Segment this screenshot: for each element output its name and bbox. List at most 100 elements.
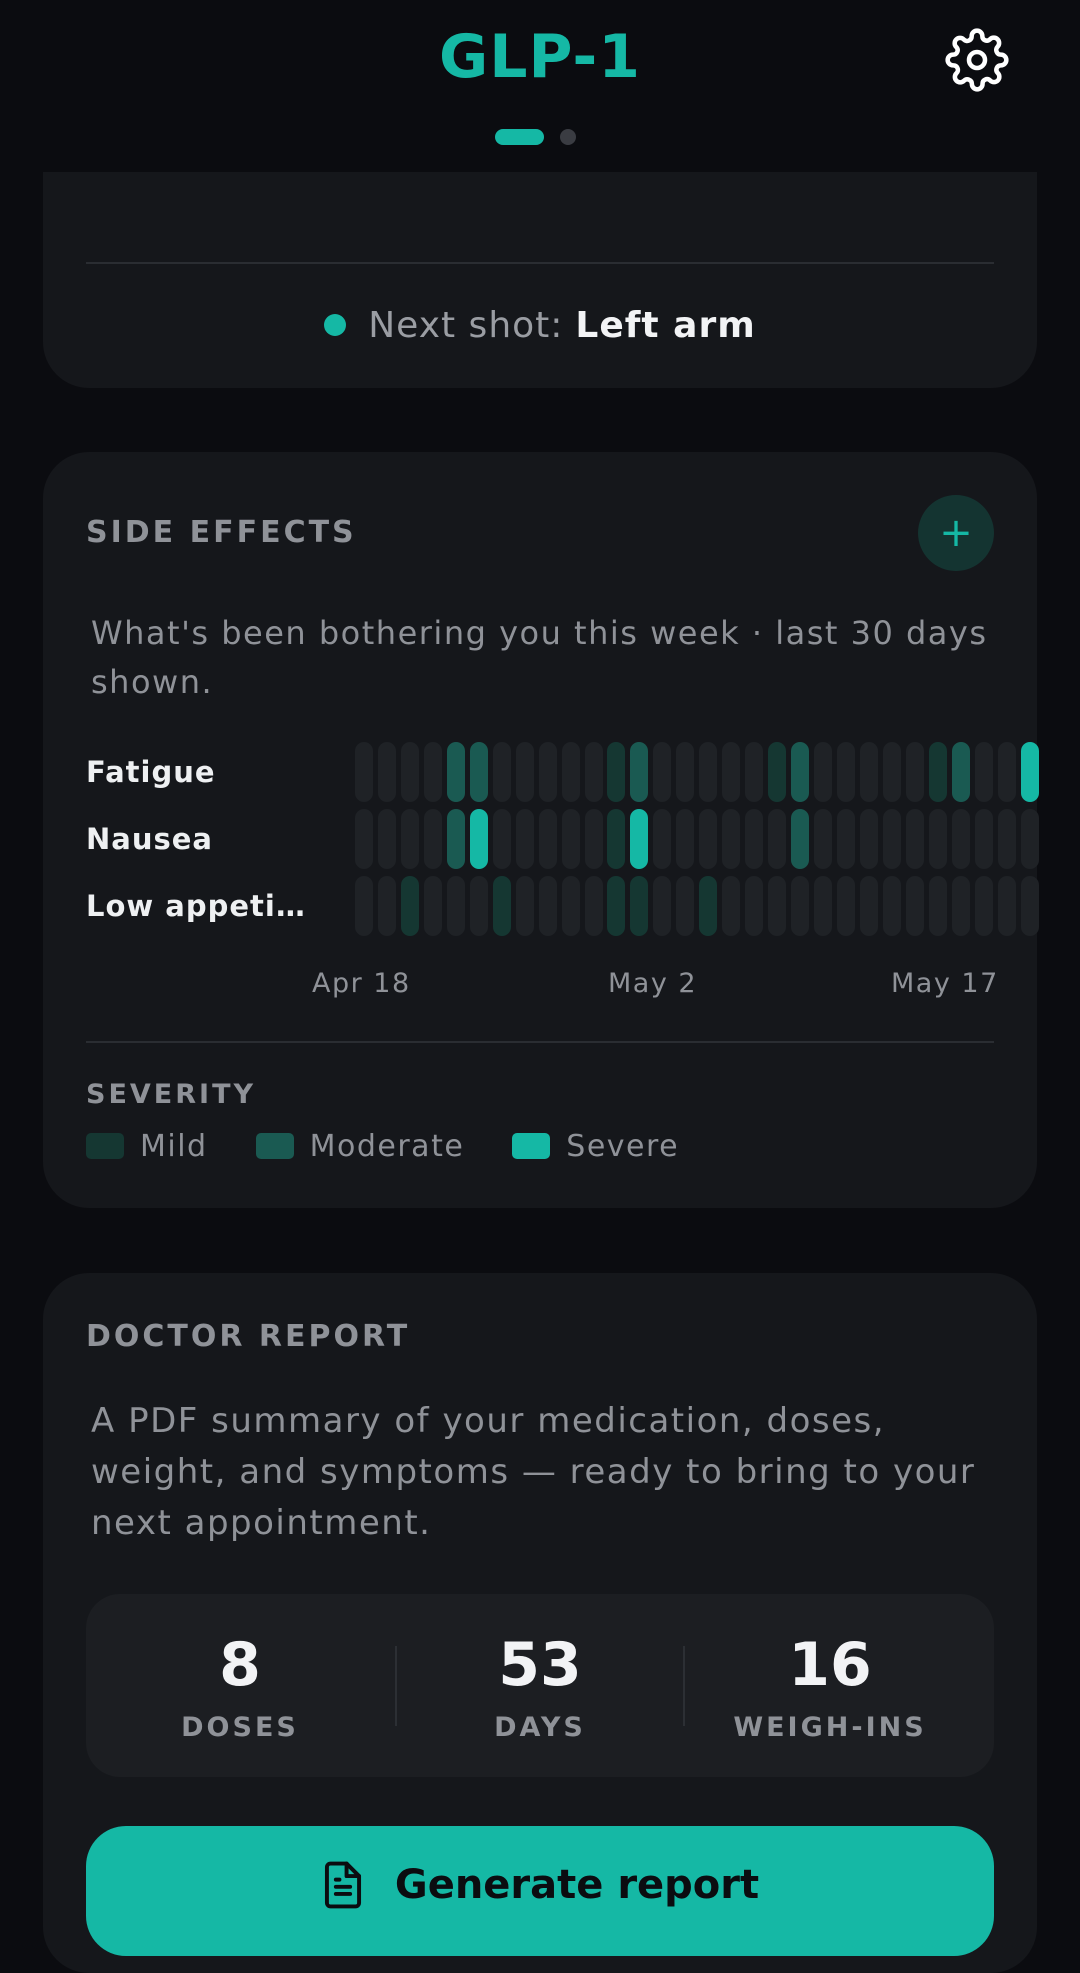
heatmap-cell[interactable]: [860, 876, 878, 936]
heatmap-cell[interactable]: [722, 876, 740, 936]
heatmap-cell[interactable]: [952, 742, 970, 802]
heatmap-cell[interactable]: [1021, 876, 1039, 936]
heatmap-cell[interactable]: [676, 876, 694, 936]
heatmap-cell[interactable]: [607, 876, 625, 936]
heatmap-cell[interactable]: [1021, 809, 1039, 869]
stat-value: 8: [219, 1630, 261, 1700]
heatmap-cell[interactable]: [791, 742, 809, 802]
heatmap-cell[interactable]: [929, 809, 947, 869]
heatmap-cell[interactable]: [699, 742, 717, 802]
heatmap-cell[interactable]: [952, 809, 970, 869]
heatmap-cell[interactable]: [653, 809, 671, 869]
page-dot-active[interactable]: [494, 129, 544, 145]
heatmap-cell[interactable]: [929, 876, 947, 936]
heatmap-cell[interactable]: [791, 876, 809, 936]
heatmap-cell[interactable]: [424, 742, 442, 802]
heatmap-cell[interactable]: [562, 809, 580, 869]
heatmap-cell[interactable]: [653, 876, 671, 936]
heatmap-cell[interactable]: [585, 809, 603, 869]
heatmap-cell[interactable]: [906, 742, 924, 802]
heatmap-cell[interactable]: [906, 876, 924, 936]
generate-report-button[interactable]: Generate report: [86, 1826, 994, 1956]
heatmap-cell[interactable]: [883, 809, 901, 869]
heatmap-cell[interactable]: [447, 809, 465, 869]
gear-icon: [945, 28, 1009, 92]
heatmap-cell[interactable]: [676, 742, 694, 802]
heatmap-cell[interactable]: [539, 876, 557, 936]
heatmap-cell[interactable]: [745, 742, 763, 802]
heatmap-cell[interactable]: [653, 742, 671, 802]
heatmap-cell[interactable]: [424, 809, 442, 869]
heatmap-cell[interactable]: [516, 876, 534, 936]
heatmap-cell[interactable]: [401, 876, 419, 936]
heatmap-cell[interactable]: [630, 809, 648, 869]
heatmap-cell[interactable]: [401, 809, 419, 869]
add-side-effect-button[interactable]: +: [918, 495, 994, 571]
heatmap-cell[interactable]: [699, 876, 717, 936]
heatmap-cell[interactable]: [378, 742, 396, 802]
heatmap-cell[interactable]: [906, 809, 924, 869]
heatmap-cell[interactable]: [952, 876, 970, 936]
heatmap-cell[interactable]: [814, 809, 832, 869]
heatmap-cell[interactable]: [768, 742, 786, 802]
heatmap-cell[interactable]: [929, 742, 947, 802]
heatmap-cell[interactable]: [562, 742, 580, 802]
heatmap-cell[interactable]: [630, 742, 648, 802]
heatmap-cell[interactable]: [975, 876, 993, 936]
heatmap-cell[interactable]: [378, 809, 396, 869]
heatmap-cell[interactable]: [722, 742, 740, 802]
heatmap-cell[interactable]: [447, 876, 465, 936]
heatmap-cell[interactable]: [1021, 742, 1039, 802]
heatmap-cell[interactable]: [860, 809, 878, 869]
heatmap-cell[interactable]: [355, 742, 373, 802]
heatmap-cell[interactable]: [516, 809, 534, 869]
heatmap-cell[interactable]: [883, 876, 901, 936]
heatmap-cell[interactable]: [768, 876, 786, 936]
heatmap-cell[interactable]: [470, 876, 488, 936]
heatmap-cell[interactable]: [883, 742, 901, 802]
settings-button[interactable]: [945, 28, 1009, 92]
heatmap-cell[interactable]: [837, 742, 855, 802]
heatmap-cell[interactable]: [493, 876, 511, 936]
legend-label: Severe: [566, 1128, 680, 1164]
heatmap-cell[interactable]: [998, 742, 1016, 802]
heatmap-cell[interactable]: [722, 809, 740, 869]
heatmap-cell[interactable]: [355, 876, 373, 936]
heatmap-cell[interactable]: [745, 809, 763, 869]
heatmap-cell[interactable]: [745, 876, 763, 936]
heatmap-cell[interactable]: [699, 809, 717, 869]
heatmap-cell[interactable]: [814, 742, 832, 802]
heatmap-cell[interactable]: [493, 809, 511, 869]
heatmap-cell[interactable]: [860, 742, 878, 802]
page-indicator[interactable]: [0, 129, 1080, 145]
heatmap-cell[interactable]: [837, 809, 855, 869]
heatmap-cell[interactable]: [814, 876, 832, 936]
heatmap-cell[interactable]: [470, 742, 488, 802]
heatmap-cell[interactable]: [837, 876, 855, 936]
heatmap-cell[interactable]: [975, 742, 993, 802]
heatmap-cell[interactable]: [424, 876, 442, 936]
heatmap-cell[interactable]: [401, 742, 419, 802]
heatmap-cell[interactable]: [447, 742, 465, 802]
heatmap-cell[interactable]: [607, 809, 625, 869]
heatmap-cell[interactable]: [630, 876, 648, 936]
heatmap-cell[interactable]: [585, 742, 603, 802]
heatmap-cell[interactable]: [378, 876, 396, 936]
heatmap-cell[interactable]: [539, 809, 557, 869]
heatmap-cell[interactable]: [493, 742, 511, 802]
heatmap-cell[interactable]: [539, 742, 557, 802]
heatmap-cell[interactable]: [676, 809, 694, 869]
page-dot[interactable]: [559, 129, 576, 145]
heatmap-cell[interactable]: [585, 876, 603, 936]
heatmap-cell[interactable]: [768, 809, 786, 869]
heatmap-cell[interactable]: [562, 876, 580, 936]
heatmap-cell[interactable]: [607, 742, 625, 802]
heatmap-cell[interactable]: [975, 809, 993, 869]
heatmap-row: Fatigue: [86, 742, 1039, 802]
heatmap-cell[interactable]: [470, 809, 488, 869]
heatmap-cell[interactable]: [998, 809, 1016, 869]
heatmap-cell[interactable]: [791, 809, 809, 869]
heatmap-cell[interactable]: [355, 809, 373, 869]
heatmap-cell[interactable]: [998, 876, 1016, 936]
heatmap-cell[interactable]: [516, 742, 534, 802]
